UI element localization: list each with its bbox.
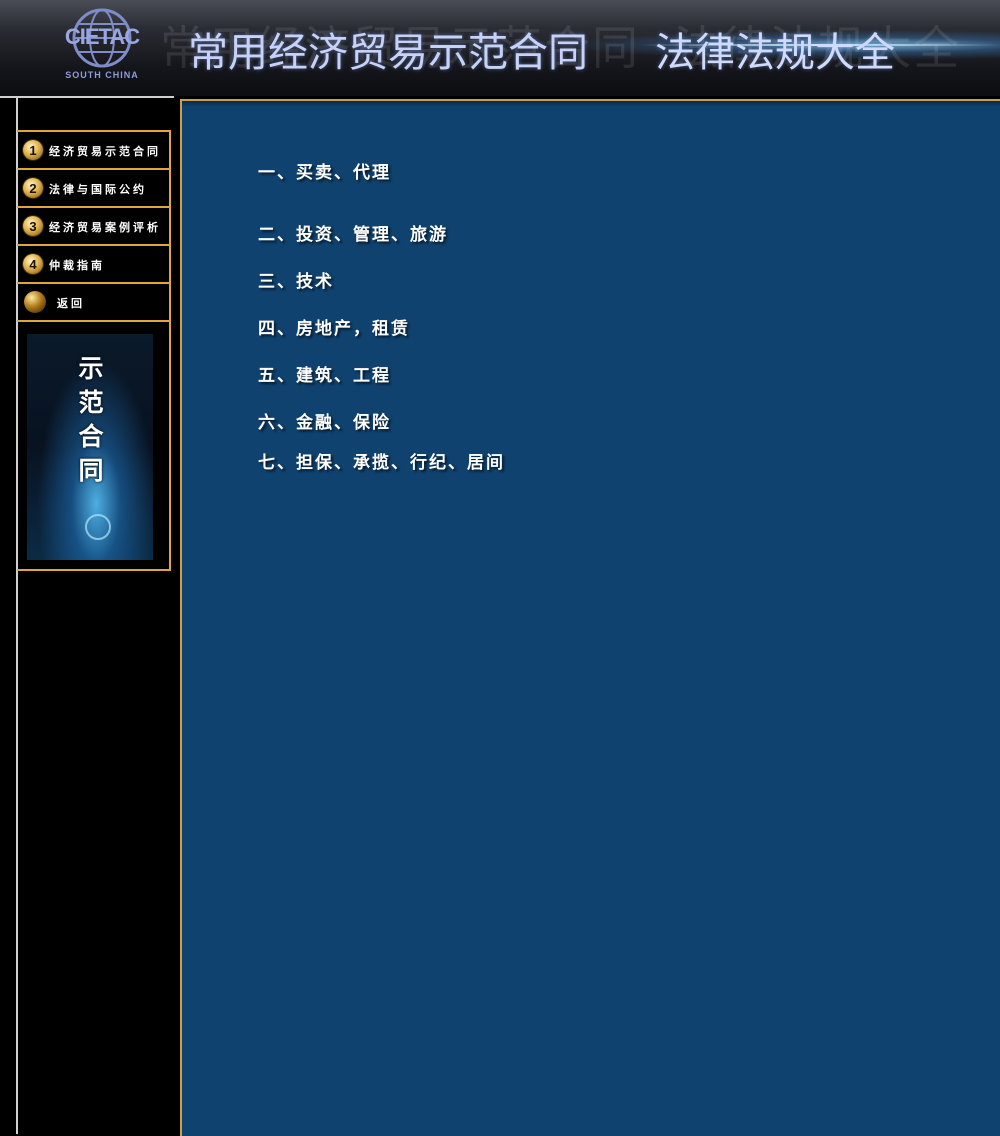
header-banner: 常用经济贸易示范合同 法律法规大全 CIETAC SOUTH CHINA 常用经… [0, 0, 1000, 96]
main-content: 一、买卖、代理 二、投资、管理、旅游 三、技术 四、房地产，租赁 五、建筑、工程… [180, 99, 1000, 1136]
sidebar-item-label: 返回 [57, 297, 85, 310]
sidebar-top-divider [0, 96, 174, 98]
sidebar-item-back[interactable]: 返回 [17, 284, 169, 322]
logo-subtext: SOUTH CHINA [65, 70, 139, 80]
number-4-icon: 4 [23, 254, 43, 274]
category-link-real-estate-leasing[interactable]: 四、房地产，租赁 [258, 314, 410, 339]
sidebar-item-label: 法律与国际公约 [49, 183, 147, 196]
sidebar-item-laws-conventions[interactable]: 2 法律与国际公约 [17, 170, 169, 208]
light-ring-icon [85, 514, 111, 540]
number-1-icon: 1 [23, 140, 43, 160]
sidebar-item-model-contracts[interactable]: 1 经济贸易示范合同 [17, 132, 169, 170]
sidebar-item-label: 仲裁指南 [49, 259, 105, 272]
sidebar-menu: 1 经济贸易示范合同 2 法律与国际公约 3 经济贸易案例评析 4 仲裁指南 返… [17, 130, 171, 571]
page-subtitle: 法律法规大全 [655, 30, 895, 76]
number-3-icon: 3 [23, 216, 43, 236]
category-link-construction-engineering[interactable]: 五、建筑、工程 [258, 361, 391, 386]
sidebar-item-label: 经济贸易示范合同 [49, 145, 161, 158]
logo-text: CIETAC [64, 24, 140, 49]
category-link-technology[interactable]: 三、技术 [258, 267, 334, 292]
gold-ball-icon [24, 291, 46, 313]
sidebar-item-arbitration-guide[interactable]: 4 仲裁指南 [17, 246, 169, 284]
page-title: 常用经济贸易示范合同 [188, 30, 588, 76]
category-link-sales-agency[interactable]: 一、买卖、代理 [258, 158, 391, 183]
promo-text: 示范合同 [78, 354, 104, 485]
category-link-investment-management-tourism[interactable]: 二、投资、管理、旅游 [258, 220, 448, 245]
sidebar-item-label: 经济贸易案例评析 [49, 221, 161, 234]
promo-image: 示范合同 [27, 334, 153, 560]
number-2-icon: 2 [23, 178, 43, 198]
content-top-shade [182, 101, 1000, 107]
category-link-finance-insurance[interactable]: 六、金融、保险 [258, 408, 391, 433]
cietac-logo[interactable]: CIETAC SOUTH CHINA [58, 6, 146, 86]
sidebar-item-case-reviews[interactable]: 3 经济贸易案例评析 [17, 208, 169, 246]
category-link-guarantee-contracting-brokerage[interactable]: 七、担保、承揽、行纪、居间 [258, 448, 505, 473]
